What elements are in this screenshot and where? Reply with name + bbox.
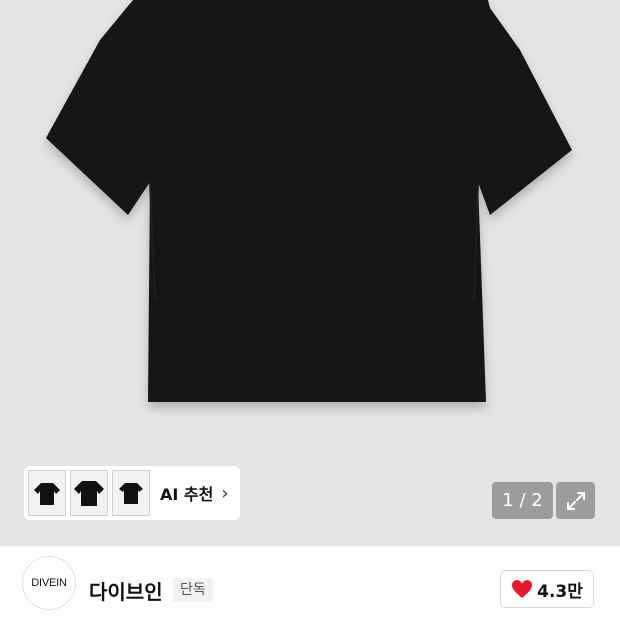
product-image-gallery[interactable]: AI 추천 › 1 / 2 [0,0,620,546]
ai-recommend-label[interactable]: AI 추천 [160,481,213,505]
heart-icon [512,580,533,598]
brand-name[interactable]: 다이브인 [89,576,163,605]
image-pager: 1 / 2 [492,482,553,519]
tshirt-product-image [46,0,572,402]
thumbnail-3[interactable] [112,470,150,516]
expand-button[interactable] [556,482,595,519]
like-count: 4.3만 [537,581,583,602]
tshirt-thumb-icon [74,481,104,506]
brand-logo[interactable]: DIVEIN [22,556,76,610]
like-button[interactable]: 4.3만 [500,570,594,608]
thumbnail-1[interactable] [28,470,66,516]
brand-logo-text: DIVEIN [31,577,67,589]
tshirt-thumb-icon [34,483,60,505]
chevron-right-icon[interactable]: › [221,483,228,504]
ai-recommend-card[interactable]: AI 추천 › [24,466,240,520]
expand-arrows-icon [566,491,585,510]
tshirt-thumb-icon [119,483,143,504]
exclusive-tag: 단독 [173,578,213,602]
thumbnail-2[interactable] [70,470,108,516]
